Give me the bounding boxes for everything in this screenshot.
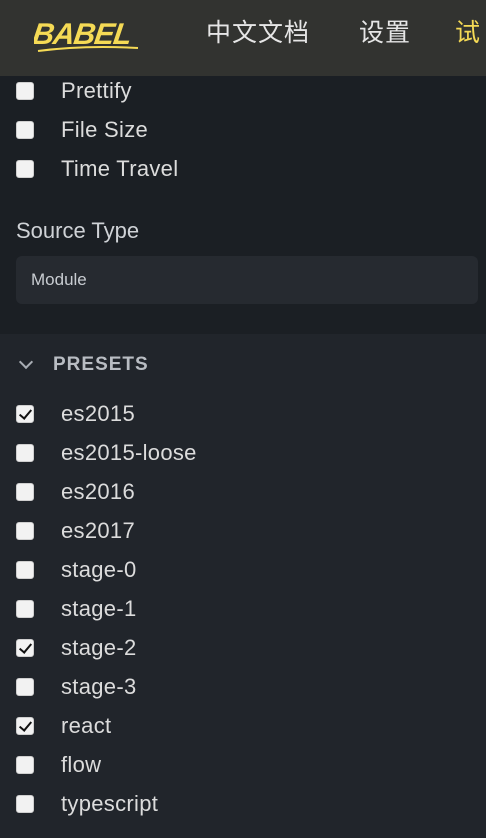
preset-label: es2015-loose: [61, 440, 197, 465]
preset-checkbox[interactable]: [16, 483, 34, 501]
preset-checkbox[interactable]: [16, 522, 34, 540]
prettify-checkbox[interactable]: [16, 82, 34, 100]
preset-label: es2016: [61, 479, 135, 504]
preset-label: stage-0: [61, 557, 137, 582]
option-file-size[interactable]: File Size: [16, 115, 148, 145]
preset-item[interactable]: typescript: [16, 789, 158, 819]
preset-label: typescript: [61, 791, 159, 816]
source-type-title: Source Type: [16, 218, 140, 243]
preset-item[interactable]: es2015: [16, 399, 135, 429]
time-travel-checkbox[interactable]: [16, 160, 34, 178]
babel-logo[interactable]: BABEL: [34, 11, 144, 55]
preset-label: es2015: [61, 401, 135, 426]
preset-item[interactable]: flow: [16, 750, 101, 780]
preset-checkbox[interactable]: [16, 600, 34, 618]
preset-label: stage-1: [61, 596, 137, 621]
preset-item[interactable]: stage-1: [16, 594, 136, 624]
preset-item[interactable]: es2015-loose: [16, 438, 197, 468]
presets-toggle[interactable]: PRESETS: [18, 352, 149, 378]
preset-label: stage-2: [61, 635, 137, 660]
checkmark-icon: [18, 406, 33, 420]
preset-checkbox[interactable]: [16, 561, 34, 579]
preset-checkbox[interactable]: [16, 717, 34, 735]
nav-link-setup[interactable]: 设置: [359, 17, 411, 49]
option-time-travel[interactable]: Time Travel: [16, 154, 178, 184]
preset-item[interactable]: react: [16, 711, 111, 741]
preset-label: es2017: [61, 518, 135, 543]
presets-title: PRESETS: [53, 354, 149, 375]
preset-checkbox[interactable]: [16, 444, 34, 462]
preset-label: flow: [61, 752, 102, 777]
preset-checkbox[interactable]: [16, 405, 34, 423]
preset-item[interactable]: es2017: [16, 516, 135, 546]
checkmark-icon: [18, 640, 33, 654]
preset-label: stage-3: [61, 674, 137, 699]
babel-logo-text: BABEL: [34, 18, 133, 51]
option-label: Time Travel: [61, 156, 179, 181]
chevron-down-icon: [18, 354, 34, 370]
nav-link-docs[interactable]: 中文文档: [206, 17, 310, 49]
nav-link-try-it-out[interactable]: 试: [455, 17, 481, 49]
source-type-select[interactable]: Module: [16, 256, 478, 304]
preset-checkbox[interactable]: [16, 795, 34, 813]
option-label: Prettify: [61, 78, 132, 103]
preset-checkbox[interactable]: [16, 756, 34, 774]
option-prettify[interactable]: Prettify: [16, 76, 132, 106]
preset-checkbox[interactable]: [16, 678, 34, 696]
preset-label: react: [61, 713, 112, 738]
preset-item[interactable]: stage-0: [16, 555, 136, 585]
preset-checkbox[interactable]: [16, 639, 34, 657]
preset-item[interactable]: es2016: [16, 477, 135, 507]
preset-item[interactable]: stage-2: [16, 633, 136, 663]
option-label: File Size: [61, 117, 149, 142]
top-nav: BABEL 中文文档 设置 试: [0, 0, 486, 76]
file-size-checkbox[interactable]: [16, 121, 34, 139]
babel-repl-page: BABEL 中文文档 设置 试 Prettify File Size Time …: [0, 0, 486, 838]
preset-item[interactable]: stage-3: [16, 672, 136, 702]
checkmark-icon: [18, 718, 33, 732]
